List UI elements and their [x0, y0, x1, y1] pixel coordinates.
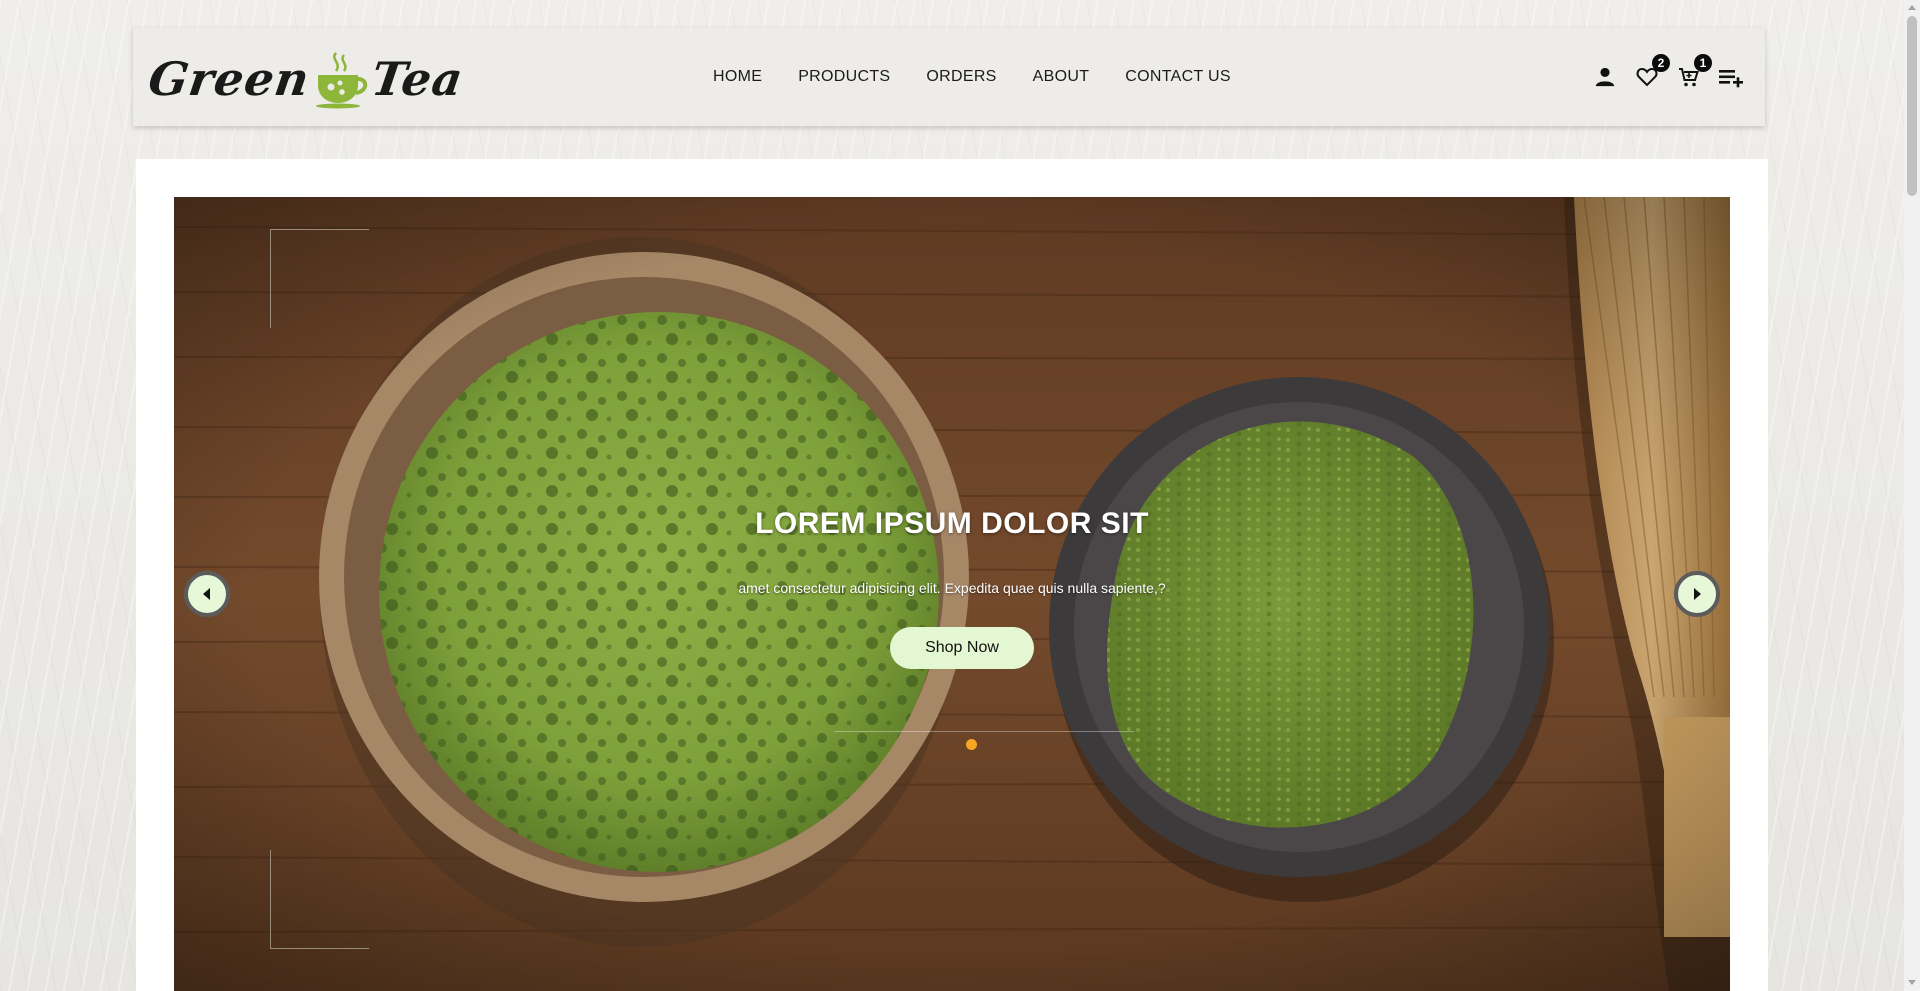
shop-now-button[interactable]: Shop Now: [890, 627, 1034, 669]
menu-button[interactable]: [1717, 63, 1745, 91]
nav-contact-us[interactable]: CONTACT US: [1125, 68, 1231, 86]
page: Green Tea HOME PRODUCTS ORDERS ABOUT CON…: [0, 0, 1904, 991]
hero-title: LOREM IPSUM DOLOR SIT: [755, 507, 1149, 540]
hero-carousel: LOREM IPSUM DOLOR SIT amet consectetur a…: [174, 197, 1730, 991]
corner-frame-bottom-left: [270, 850, 369, 949]
scroll-down-arrow-icon[interactable]: [1908, 980, 1916, 985]
caret-left-icon: [203, 588, 210, 600]
hero-subtitle: amet consectetur adipisicing elit. Exped…: [738, 580, 1166, 596]
wishlist-button[interactable]: 2: [1633, 54, 1670, 91]
page-scrollbar[interactable]: [1904, 0, 1920, 991]
caret-right-icon: [1694, 588, 1701, 600]
user-button[interactable]: [1591, 63, 1619, 91]
logo[interactable]: Green Tea: [145, 44, 466, 114]
site-header: Green Tea HOME PRODUCTS ORDERS ABOUT CON…: [133, 28, 1765, 126]
scrollbar-thumb[interactable]: [1907, 16, 1917, 196]
playlist-add-icon: [1719, 70, 1743, 88]
cart-count-badge: 1: [1694, 54, 1712, 72]
carousel-prev-button[interactable]: [184, 571, 230, 617]
carousel-indicator-active[interactable]: [966, 739, 977, 750]
wishlist-count-badge: 2: [1652, 54, 1670, 72]
carousel-indicator-track: [834, 731, 1134, 732]
scroll-up-arrow-icon[interactable]: [1908, 5, 1916, 10]
corner-frame-top-left: [270, 229, 369, 328]
nav-products[interactable]: PRODUCTS: [798, 68, 890, 86]
hero-card: LOREM IPSUM DOLOR SIT amet consectetur a…: [136, 159, 1768, 991]
logo-text-green: Green: [145, 52, 314, 106]
nav-about[interactable]: ABOUT: [1033, 68, 1090, 86]
tea-cup-icon: [315, 52, 367, 109]
nav-home[interactable]: HOME: [713, 68, 762, 86]
logo-text-tea: Tea: [367, 52, 467, 106]
cart-button[interactable]: 1: [1675, 54, 1712, 91]
carousel-next-button[interactable]: [1674, 571, 1720, 617]
nav-orders[interactable]: ORDERS: [926, 68, 996, 86]
user-icon: [1595, 67, 1615, 87]
main-nav: HOME PRODUCTS ORDERS ABOUT CONTACT US: [713, 28, 1231, 126]
header-actions: 2 1: [1591, 28, 1745, 126]
